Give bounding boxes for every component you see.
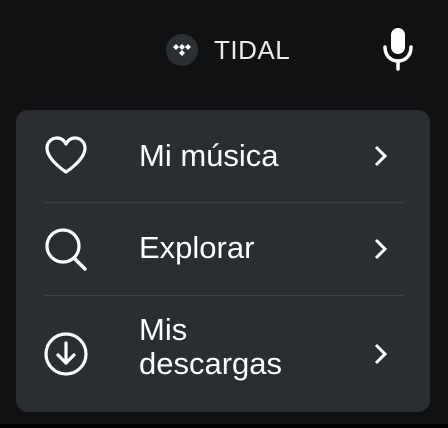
download-circle-icon [42,330,90,378]
tidal-logo-icon [166,34,198,66]
menu-card: Mi música Explorar Mis descargas [16,110,430,412]
chevron-right-icon [368,237,392,261]
app-name: TIDAL [214,35,291,65]
menu-item-mis-descargas[interactable]: Mis descargas [16,296,430,412]
heart-icon [42,132,90,180]
brand: TIDAL [166,30,290,70]
chevron-right-icon [368,342,392,366]
tidal-screen: TIDAL Mi música Explorar Mis descargas [0,0,448,428]
menu-item-label: Mis descargas [139,312,283,381]
chevron-right-icon [368,144,392,168]
search-icon [42,225,90,273]
microphone-icon[interactable] [380,26,416,72]
menu-item-label: Explorar [139,230,255,265]
menu-item-label: Mi música [139,138,279,173]
bottom-edge [0,424,448,428]
menu-item-mi-musica[interactable]: Mi música [16,110,430,202]
menu-item-explorar[interactable]: Explorar [16,203,430,295]
top-bar: TIDAL [0,0,448,100]
